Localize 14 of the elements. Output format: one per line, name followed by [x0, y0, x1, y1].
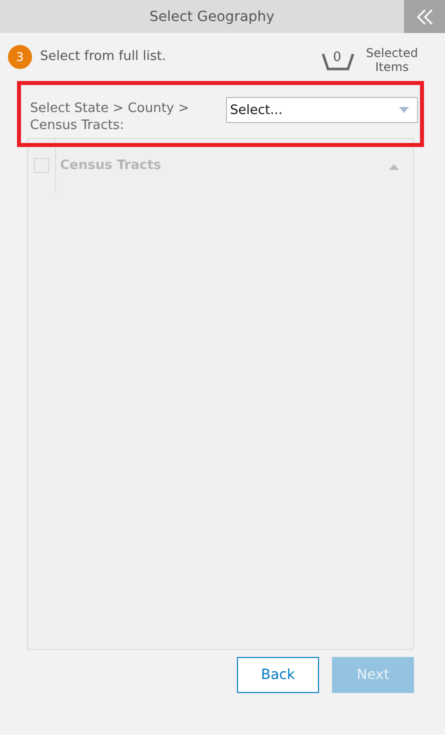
filter-label: Select State > County > Census Tracts: [30, 100, 190, 134]
dropdown-arrow-icon [399, 107, 409, 113]
double-chevron-left-icon [414, 6, 434, 26]
select-dropdown[interactable]: Select... [226, 97, 418, 123]
collapse-button[interactable] [404, 0, 445, 33]
panel-title: Select Geography [148, 8, 276, 24]
checkbox[interactable] [34, 158, 49, 173]
selected-items-label: Selected Items [364, 46, 420, 74]
basket-icon [321, 51, 355, 71]
selected-count: 0 [333, 50, 342, 65]
step-text: Select from full list. [40, 49, 166, 64]
step-badge: 3 [8, 45, 32, 69]
sort-ascending-icon[interactable] [389, 164, 399, 170]
back-button[interactable]: Back [237, 657, 319, 693]
